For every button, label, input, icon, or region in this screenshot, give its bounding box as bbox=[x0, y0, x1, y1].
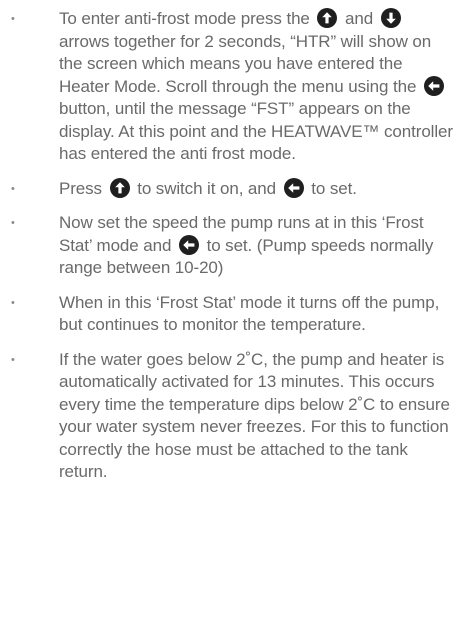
left-arrow-icon bbox=[283, 177, 304, 198]
list-item-frost-stat-mode: • When in this ‘Frost Stat’ mode it turn… bbox=[0, 292, 461, 337]
text-segment: and bbox=[340, 9, 378, 28]
down-arrow-icon bbox=[380, 8, 401, 28]
list-item-anti-frost-entry: • To enter anti-frost mode press the and… bbox=[0, 8, 461, 166]
text-segment: If the water goes below 2˚C, the pump an… bbox=[59, 349, 450, 482]
list-item-pump-speed: • Now set the speed the pump runs at in … bbox=[0, 212, 461, 280]
text-segment: to set. bbox=[306, 178, 357, 198]
bullet-dot: • bbox=[11, 296, 15, 309]
up-arrow-icon bbox=[317, 8, 338, 28]
left-arrow-icon bbox=[178, 234, 199, 255]
bullet-dot: • bbox=[11, 353, 15, 366]
bullet-dot: • bbox=[11, 13, 15, 25]
bullet-dot: • bbox=[11, 217, 15, 229]
text-segment: to switch it on, and bbox=[132, 178, 281, 198]
text-segment: arrows together for 2 seconds, “HTR” wil… bbox=[59, 31, 432, 96]
list-item-freeze-protection: • If the water goes below 2˚C, the pump … bbox=[0, 349, 461, 484]
text-segment: button, until the message “FST” appears … bbox=[59, 99, 453, 163]
text-segment: Press bbox=[59, 178, 107, 198]
left-arrow-icon bbox=[423, 75, 444, 96]
list-item-switch-on: • Press to switch it on, and to set. bbox=[0, 177, 461, 201]
text-segment: When in this ‘Frost Stat’ mode it turns … bbox=[59, 292, 440, 335]
instruction-list: • To enter anti-frost mode press the and… bbox=[0, 8, 461, 484]
instruction-page: • To enter anti-frost mode press the and… bbox=[0, 0, 461, 632]
up-arrow-icon bbox=[109, 177, 130, 198]
text-segment: To enter anti-frost mode press the bbox=[59, 9, 315, 28]
bullet-dot: • bbox=[11, 182, 15, 195]
